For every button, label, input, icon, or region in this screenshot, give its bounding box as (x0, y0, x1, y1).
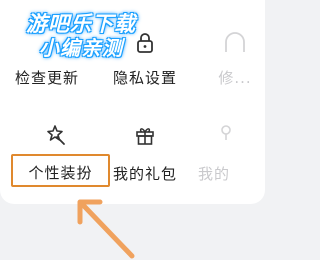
magic-wand-icon (44, 124, 66, 150)
cut-off-icon (223, 32, 247, 58)
gift-icon (134, 124, 156, 150)
watermark-line-2: 小编亲测 (39, 36, 123, 60)
cut-off-label-1: 修... (218, 69, 252, 87)
cut-off-label-2: 我的 (198, 165, 231, 183)
watermark: 游吧乐下载 小编亲测 (16, 12, 146, 60)
personal-decoration-label: 个性装扮 (28, 164, 93, 182)
cut-off-icon (218, 124, 234, 146)
watermark-line-1: 游吧乐下载 (26, 12, 136, 36)
my-gift-label: 我的礼包 (112, 165, 177, 183)
privacy-settings-label: 隐私设置 (112, 69, 177, 87)
check-update-label: 检查更新 (14, 69, 79, 87)
cut-off-tile-2[interactable]: 我的 (190, 120, 280, 200)
cut-off-tile-1[interactable]: 修... (190, 20, 280, 100)
pointer-arrow-icon (77, 199, 135, 259)
my-gift-tile[interactable]: 我的礼包 (100, 120, 190, 200)
